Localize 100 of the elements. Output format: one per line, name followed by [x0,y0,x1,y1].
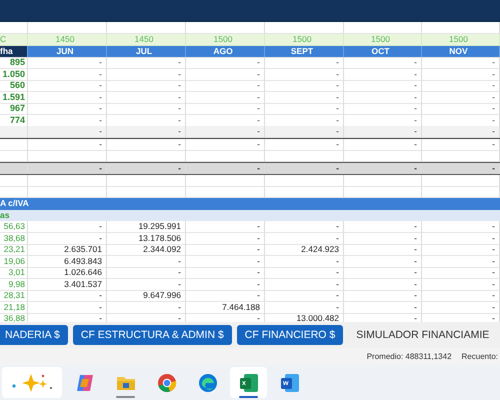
table-cell: 3.401.537 [28,278,107,290]
table-cell: - [265,57,344,69]
table-cell: - [422,57,500,69]
table-cell: - [107,278,186,290]
rate-cell: 1450 [28,34,107,46]
table-cell: - [186,80,265,92]
table-cell: 9,98 [0,278,28,290]
table-cell: - [265,221,344,233]
table-cell: 1.591 [0,92,28,104]
table-cell: - [265,126,344,138]
table-cell: - [186,126,265,138]
table-cell: - [107,302,186,314]
table-cell: - [28,103,107,115]
table-cell: - [28,92,107,104]
table-cell: - [107,80,186,92]
table-cell: - [28,126,107,138]
table-cell: - [186,290,265,302]
table-cell: - [344,221,422,233]
column-header: SEPT [265,46,344,58]
table-cell: - [186,92,265,104]
rate-cell: C [0,34,28,46]
table-cell: 2.635.701 [28,244,107,256]
table-cell: - [265,103,344,115]
sheet-tab[interactable]: NADERIA $ [0,325,68,345]
table-cell [0,126,28,138]
table-cell: - [265,302,344,314]
table-cell: - [344,278,422,290]
rate-cell: 1500 [344,34,422,46]
section-header: A c/IVA [0,198,30,209]
table-cell: - [344,92,422,104]
table-cell: 6.493.843 [28,256,107,268]
table-cell: - [28,80,107,92]
table-cell: 2.344.092 [107,244,186,256]
table-cell: - [107,162,186,174]
table-cell: - [344,232,422,244]
column-header: JUL [107,46,186,58]
table-cell: - [107,92,186,104]
table-cell: 19,06 [0,256,28,268]
table-cell: - [107,57,186,69]
rate-cell: 1500 [186,34,265,46]
browser-icon [156,372,176,392]
table-cell [0,138,28,150]
spreadsheet-icon [238,372,258,392]
table-cell: - [422,256,500,268]
column-header: NOV [422,46,500,58]
table-cell: - [344,256,422,268]
sheet-tab[interactable]: CF FINANCIERO $ [236,325,344,345]
table-cell: - [265,138,344,150]
status-text: Promedio: 488311,1342 [366,352,452,361]
table-cell: - [265,92,344,104]
table-cell: 28,31 [0,290,28,302]
table-cell: 23,21 [0,244,28,256]
table-cell: - [186,278,265,290]
table-cell: - [344,162,422,174]
status-text: Recuento: [462,352,498,361]
table-cell: - [422,68,500,80]
table-cell: 967 [0,103,28,115]
table-cell: - [28,290,107,302]
table-cell: - [422,290,500,302]
table-cell: 9.647.996 [107,290,186,302]
column-header: AGO [186,46,265,58]
table-cell: 2.424.923 [265,244,344,256]
rate-cell: 1500 [265,34,344,46]
table-cell: 560 [0,80,28,92]
table-cell: - [28,68,107,80]
table-cell: 38,68 [0,232,28,244]
browser-wave-icon [198,372,218,392]
running-indicator [239,396,258,398]
table-cell: - [186,162,265,174]
table-cell: 19.295.991 [107,221,186,233]
rate-cell: 1500 [422,34,500,46]
sheet-tab[interactable]: SIMULADOR FINANCIAMIE [348,325,498,345]
running-indicator [116,396,135,398]
table-cell: - [344,57,422,69]
table-cell: - [186,244,265,256]
table-cell: - [265,256,344,268]
table-cell: - [186,221,265,233]
table-cell: - [107,126,186,138]
table-cell: - [265,278,344,290]
table-cell: - [422,138,500,150]
subsection-header: as [0,210,10,220]
table-cell: - [422,80,500,92]
table-cell: - [344,103,422,115]
table-cell: - [422,162,500,174]
column-header: JUN [28,46,107,58]
table-cell: - [422,92,500,104]
table-cell: - [422,302,500,314]
table-cell: - [422,126,500,138]
table-cell: - [265,232,344,244]
table-cell: - [28,302,107,314]
table-cell: - [28,57,107,69]
rate-cell: 1450 [107,34,186,46]
table-cell: - [107,256,186,268]
table-cell: 3,01 [0,267,28,279]
table-cell: - [422,232,500,244]
sheet-tab[interactable]: CF ESTRUCTURA & ADMIN $ [72,325,232,345]
table-cell: - [422,244,500,256]
table-cell: - [186,256,265,268]
table-cell: - [28,232,107,244]
table-cell: 56,63 [0,221,28,233]
